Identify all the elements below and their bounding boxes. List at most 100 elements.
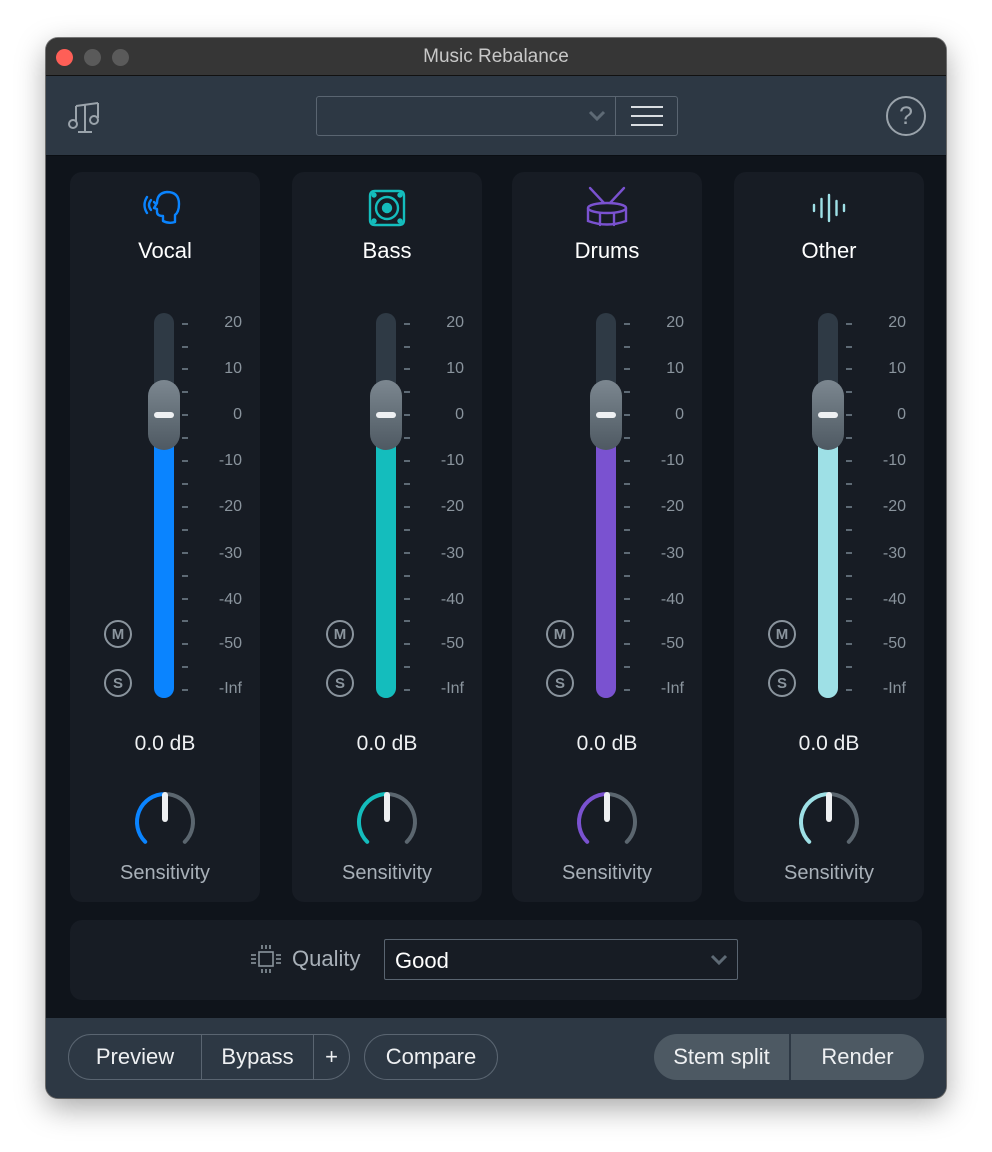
mute-button[interactable]: M (326, 620, 354, 648)
mute-button[interactable]: M (104, 620, 132, 648)
mute-button[interactable]: M (546, 620, 574, 648)
scale-tick (182, 620, 188, 623)
gain-value: 0.0 dB (134, 732, 196, 755)
gain-fader-track[interactable] (154, 313, 174, 698)
chevron-down-icon (710, 954, 728, 966)
drum-icon (512, 186, 702, 230)
scale-tick (624, 482, 630, 485)
scale-tick (404, 689, 410, 692)
zoom-window-button[interactable] (112, 49, 129, 66)
bottom-bar: Preview Bypass + Compare Stem split Rend… (46, 1018, 946, 1098)
channel-name: Bass (362, 238, 412, 263)
solo-label: S (112, 674, 123, 692)
sensitivity-arc-value (357, 792, 389, 844)
gain-value: 0.0 dB (356, 732, 418, 755)
scale-tick (182, 597, 188, 600)
sensitivity-arc-track (605, 792, 637, 844)
scale-tick (624, 643, 630, 646)
scale-tick (182, 437, 188, 440)
add-bypass-button[interactable]: + (313, 1035, 349, 1079)
scale-label: 10 (666, 359, 684, 377)
solo-button[interactable]: S (104, 669, 132, 697)
scale-tick (846, 505, 852, 508)
scale-tick (846, 345, 852, 348)
preview-button[interactable]: Preview (69, 1035, 201, 1079)
scale-label: 10 (888, 359, 906, 377)
scale-tick (624, 345, 630, 348)
stem-split-button[interactable]: Stem split (654, 1034, 789, 1080)
sensitivity-knob[interactable] (354, 787, 420, 853)
scale-label: 20 (446, 313, 464, 331)
gain-fader-track[interactable] (818, 313, 838, 698)
sensitivity-knob[interactable] (574, 787, 640, 853)
minimize-window-button[interactable] (84, 49, 101, 66)
solo-label: S (334, 674, 345, 692)
bypass-button[interactable]: Bypass (201, 1035, 313, 1079)
hamburger-line (630, 115, 663, 117)
scale-label: -30 (882, 544, 906, 562)
scale-tick (182, 391, 188, 394)
solo-button[interactable]: S (546, 669, 574, 697)
db-scale: 20 10 0 -10 -20 -30 -40 -50 -Inf (404, 313, 464, 698)
solo-button[interactable]: S (326, 669, 354, 697)
scale-tick (404, 574, 410, 577)
render-button[interactable]: Render (789, 1034, 924, 1080)
scale-label: -40 (660, 590, 684, 608)
render-group: Stem split Render (654, 1034, 924, 1080)
gain-fader-handle[interactable] (370, 380, 402, 451)
scale-label: 0 (897, 406, 906, 424)
gain-fader-track[interactable] (376, 313, 396, 698)
scale-tick (404, 368, 410, 371)
scale-tick (404, 345, 410, 348)
scale-tick (624, 322, 630, 325)
scale-tick (846, 551, 852, 554)
gain-fader-track[interactable] (596, 313, 616, 698)
gain-fader-handle[interactable] (590, 380, 622, 451)
scale-tick (182, 505, 188, 508)
scale-label: -Inf (218, 680, 242, 698)
sensitivity-label: Sensitivity (119, 862, 211, 884)
scale-tick (404, 437, 410, 440)
hamburger-line (630, 124, 663, 126)
close-window-button[interactable] (56, 49, 73, 66)
scale-tick (846, 643, 852, 646)
scale-label: -30 (440, 544, 464, 562)
scale-tick (624, 620, 630, 623)
solo-label: S (776, 674, 787, 692)
scale-label: -30 (218, 544, 242, 562)
db-scale: 20 10 0 -10 -20 -30 -40 -50 -Inf (182, 313, 242, 698)
scale-tick (182, 528, 188, 531)
compare-button[interactable]: Compare (365, 1035, 497, 1079)
scale-label: -50 (660, 635, 684, 653)
waveform-icon (734, 186, 924, 230)
gain-fader-handle[interactable] (148, 380, 180, 451)
mute-label: M (111, 625, 125, 643)
quality-dropdown[interactable]: Good (384, 939, 738, 980)
scale-label: 0 (233, 406, 242, 424)
sensitivity-knob[interactable] (132, 787, 198, 853)
scale-label: -10 (440, 452, 464, 470)
scale-tick (846, 528, 852, 531)
solo-button[interactable]: S (768, 669, 796, 697)
scale-tick (404, 414, 410, 417)
sensitivity-knob[interactable] (796, 787, 862, 853)
scale-label: 20 (888, 313, 906, 331)
mute-button[interactable]: M (768, 620, 796, 648)
preset-dropdown[interactable] (317, 97, 615, 135)
scale-tick (624, 666, 630, 669)
scale-tick (624, 414, 630, 417)
mute-label: M (553, 625, 567, 643)
quality-value: Good (395, 948, 449, 973)
help-button[interactable]: ? (886, 96, 926, 136)
scale-label: -Inf (882, 680, 906, 698)
scale-tick (404, 505, 410, 508)
scale-label: -40 (218, 590, 242, 608)
preset-menu-button[interactable] (615, 97, 677, 135)
scale-label: -10 (218, 452, 242, 470)
scale-tick (404, 460, 410, 463)
scale-tick (846, 391, 852, 394)
scale-tick (846, 460, 852, 463)
gain-fader-handle[interactable] (812, 380, 844, 451)
question-mark-icon: ? (899, 101, 913, 130)
gain-fader-fill (818, 415, 838, 698)
